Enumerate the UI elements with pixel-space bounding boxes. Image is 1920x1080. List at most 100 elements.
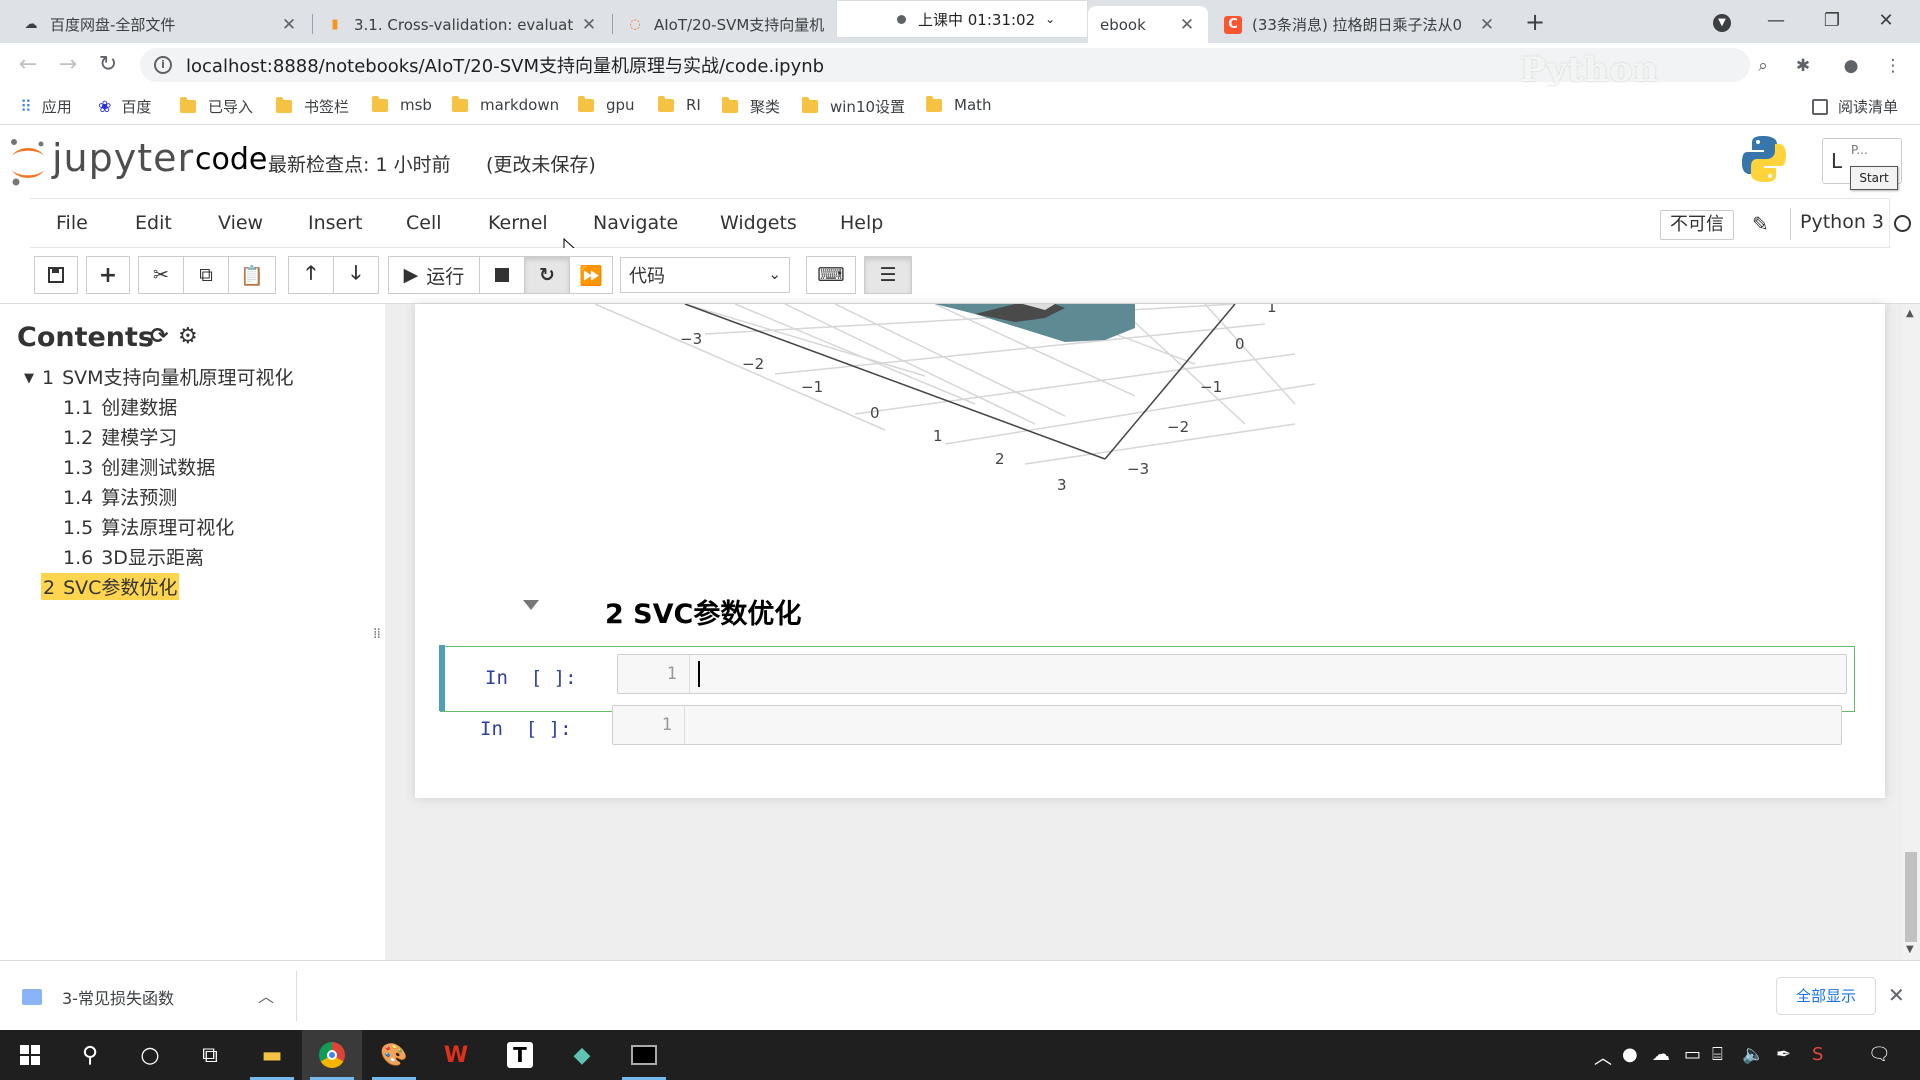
jupyter-logo-icon[interactable] bbox=[8, 136, 48, 188]
toc-item[interactable]: 1.6 3D显示距离 bbox=[63, 543, 204, 570]
reload-icon[interactable]: ↻ bbox=[94, 51, 122, 79]
code-editor[interactable]: 1 bbox=[612, 705, 1842, 745]
close-tab-icon[interactable]: ✕ bbox=[280, 15, 298, 35]
notebook-name[interactable]: code bbox=[195, 142, 267, 177]
pencil-icon[interactable]: ✎ bbox=[1752, 212, 1769, 236]
menu-cell[interactable]: Cell bbox=[406, 212, 442, 234]
toc-item[interactable]: 1.3 创建测试数据 bbox=[63, 453, 215, 480]
code-cell[interactable]: In [ ]: 1 bbox=[440, 698, 1855, 764]
menu-edit[interactable]: Edit bbox=[135, 212, 172, 234]
gear-icon[interactable]: ⚙ bbox=[178, 324, 198, 349]
download-item[interactable]: 3-常见损失函数 bbox=[22, 985, 174, 1009]
toc-item[interactable]: 1.5 算法原理可视化 bbox=[63, 513, 234, 540]
chrome-icon[interactable] bbox=[302, 1030, 362, 1080]
toc-item[interactable]: 1.4 算法预测 bbox=[63, 483, 177, 510]
save-button[interactable] bbox=[34, 256, 78, 294]
zoom-icon[interactable]: ⌕ bbox=[1750, 53, 1776, 79]
chevron-up-icon[interactable]: ︿ bbox=[258, 983, 274, 1007]
scroll-up-icon[interactable]: ▲ bbox=[1906, 308, 1914, 319]
terminal-icon[interactable] bbox=[614, 1030, 674, 1080]
bookmark-folder[interactable]: 已导入 bbox=[180, 96, 253, 117]
paste-button[interactable]: 📋 bbox=[228, 256, 276, 294]
wps-icon[interactable]: W bbox=[426, 1030, 486, 1080]
command-palette-button[interactable]: ⌨ bbox=[806, 256, 856, 294]
minimize-button[interactable]: — bbox=[1756, 6, 1796, 36]
toc-item-active[interactable]: 2 SVC参数优化 bbox=[41, 573, 180, 600]
bookmark-folder[interactable]: Math bbox=[926, 95, 992, 114]
toc-item[interactable]: 1 SVM支持向量机原理可视化 bbox=[42, 363, 294, 390]
show-all-button[interactable]: 全部显示 bbox=[1776, 977, 1876, 1015]
tab-baidu-pan[interactable]: ☁ 百度网盘-全部文件 ✕ bbox=[10, 6, 310, 43]
class-timer[interactable]: 上课中 01:31:02 ⌄ bbox=[836, 0, 1088, 38]
jupyter-brand[interactable]: jupyter bbox=[52, 136, 194, 180]
bookmark-folder[interactable]: markdown bbox=[452, 95, 559, 114]
insert-cell-button[interactable]: + bbox=[86, 256, 130, 294]
back-icon[interactable]: ← bbox=[14, 51, 42, 79]
collapse-triangle-icon[interactable]: ▼ bbox=[24, 371, 34, 386]
cortana-icon[interactable]: ○ bbox=[120, 1030, 180, 1080]
resize-handle[interactable]: ⁞⁞ bbox=[373, 626, 381, 642]
menu-kernel[interactable]: Kernel bbox=[488, 212, 548, 234]
close-icon[interactable]: ✕ bbox=[1888, 983, 1905, 1007]
onedrive-icon[interactable]: ☁ bbox=[1652, 1044, 1670, 1065]
move-up-button[interactable]: 🡑 bbox=[288, 256, 334, 294]
task-view-icon[interactable]: ⧉ bbox=[180, 1030, 240, 1080]
reading-list[interactable]: 阅读清单 bbox=[1812, 96, 1898, 117]
close-tab-icon[interactable]: ✕ bbox=[580, 15, 598, 35]
bookmark-folder[interactable]: 书签栏 bbox=[276, 96, 349, 117]
extension-icon[interactable]: ✱ bbox=[1790, 53, 1816, 79]
toc-toggle-button[interactable]: ☰ bbox=[864, 256, 912, 294]
battery-icon[interactable]: ▭ bbox=[1684, 1044, 1701, 1065]
refresh-icon[interactable]: ⟳ bbox=[150, 324, 168, 349]
kernel-name[interactable]: Python 3 bbox=[1800, 211, 1884, 233]
tab-csdn[interactable]: C (33条消息) 拉格朗日乘子法从0 ✕ bbox=[1212, 6, 1508, 43]
restart-run-all-button[interactable]: ⏩ bbox=[569, 256, 613, 294]
code-editor[interactable]: 1 bbox=[617, 654, 1847, 694]
menu-help[interactable]: Help bbox=[840, 212, 883, 234]
forward-icon[interactable]: → bbox=[54, 51, 82, 79]
tray-app-icon[interactable]: ● bbox=[1622, 1044, 1638, 1065]
volume-icon[interactable]: 🔈 bbox=[1742, 1044, 1764, 1065]
heading-collapse-icon[interactable] bbox=[523, 600, 539, 610]
url-input[interactable]: i localhost:8888/notebooks/AIoT/20-SVM支持… bbox=[140, 48, 1750, 82]
paint-icon[interactable]: 🎨 bbox=[364, 1030, 424, 1080]
run-button[interactable]: ▶ 运行 bbox=[388, 256, 480, 294]
menu-insert[interactable]: Insert bbox=[308, 212, 363, 234]
menu-file[interactable]: File bbox=[56, 212, 88, 234]
bookmark-apps[interactable]: ⠿ 应用 bbox=[20, 96, 72, 117]
bookmark-folder[interactable]: win10设置 bbox=[802, 96, 905, 117]
copy-button[interactable]: ⧉ bbox=[183, 256, 229, 294]
cut-button[interactable]: ✂ bbox=[138, 256, 184, 294]
toc-item[interactable]: 1.1 创建数据 bbox=[63, 393, 177, 420]
network-icon[interactable]: ⌸ bbox=[1712, 1044, 1723, 1065]
menu-dots-icon[interactable]: ⋮ bbox=[1880, 53, 1906, 79]
tab-ebook[interactable]: ebook ✕ bbox=[1088, 6, 1208, 43]
toc-item[interactable]: 1.2 建模学习 bbox=[63, 423, 177, 450]
scroll-down-icon[interactable]: ▼ bbox=[1906, 944, 1914, 955]
site-info-icon[interactable]: i bbox=[154, 56, 172, 74]
windows-start-icon[interactable] bbox=[0, 1030, 60, 1080]
restore-button[interactable]: ❐ bbox=[1812, 6, 1852, 36]
typora-icon[interactable]: T bbox=[490, 1030, 550, 1080]
interrupt-button[interactable] bbox=[479, 256, 525, 294]
scrollbar-thumb[interactable] bbox=[1905, 852, 1917, 942]
menu-view[interactable]: View bbox=[218, 212, 263, 234]
menu-navigate[interactable]: Navigate bbox=[593, 212, 678, 234]
app-icon[interactable]: ◆ bbox=[552, 1030, 612, 1080]
vertical-scrollbar[interactable]: ▲ ▼ bbox=[1902, 304, 1920, 960]
sogou-icon[interactable]: S bbox=[1812, 1044, 1823, 1065]
close-window-button[interactable]: ✕ bbox=[1866, 6, 1906, 36]
tab-sklearn[interactable]: ▮ 3.1. Cross-validation: evaluati ✕ bbox=[314, 6, 610, 43]
tab-jupyter[interactable]: ◌ AIoT/20-SVM支持向量机原 bbox=[614, 6, 836, 43]
bookmark-baidu[interactable]: ❀ 百度 bbox=[98, 96, 151, 117]
cell-type-select[interactable]: 代码 ⌄ bbox=[620, 257, 790, 293]
search-icon[interactable]: ⚲ bbox=[60, 1030, 120, 1080]
menu-widgets[interactable]: Widgets bbox=[720, 212, 797, 234]
bookmark-folder[interactable]: RI bbox=[658, 95, 701, 114]
start-button[interactable]: Start bbox=[1850, 166, 1898, 190]
new-tab-button[interactable]: + bbox=[1520, 8, 1550, 38]
profile-icon[interactable]: ● bbox=[1838, 53, 1864, 79]
close-tab-icon[interactable]: ✕ bbox=[1178, 15, 1196, 35]
notification-icon[interactable]: 🗨 bbox=[1868, 1044, 1891, 1065]
pen-icon[interactable]: ✒ bbox=[1776, 1044, 1791, 1065]
